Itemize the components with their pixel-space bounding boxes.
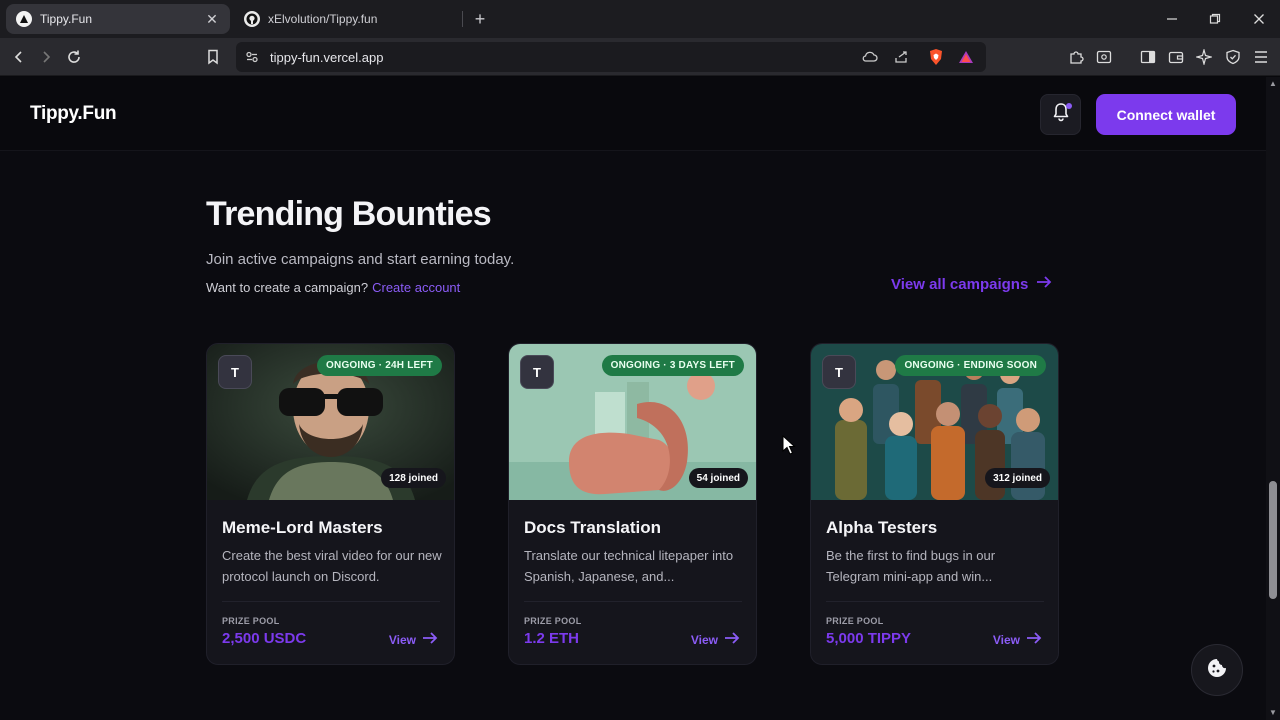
brave-shield-icon[interactable]	[926, 47, 946, 67]
create-prompt-text: Want to create a campaign?	[206, 280, 369, 295]
view-all-label: View all campaigns	[891, 275, 1029, 293]
vpn-shield-icon[interactable]	[1223, 47, 1243, 67]
sidebar-toggle-icon[interactable]	[1138, 47, 1158, 67]
bookmark-icon[interactable]	[203, 47, 223, 67]
share-icon[interactable]	[892, 47, 912, 67]
arrow-right-icon	[1036, 275, 1052, 293]
scrollbar-thumb[interactable]	[1269, 481, 1277, 599]
bounty-description: Be the first to find bugs in our Telegra…	[826, 548, 996, 584]
forward-arrow-icon[interactable]	[36, 47, 56, 67]
address-bar[interactable]: tippy-fun.vercel.app	[236, 42, 986, 72]
notification-dot	[1066, 103, 1072, 109]
view-bounty-link[interactable]: View	[993, 631, 1042, 648]
site-settings-icon[interactable]	[242, 47, 262, 67]
new-tab-plus-icon[interactable]: +	[470, 9, 490, 29]
status-badge: ONGOING · 3 DAYS LEFT	[601, 355, 744, 376]
bounty-card[interactable]: T ONGOING · 3 DAYS LEFT 54 joined Docs T…	[508, 343, 757, 665]
creator-avatar: T	[218, 355, 252, 389]
tab-github-repo[interactable]: xElvolution/Tippy.fun	[236, 4, 462, 34]
prize-pool-value: 1.2 ETH	[524, 630, 580, 647]
tab-tippy-fun[interactable]: Tippy.Fun ✕	[6, 4, 230, 34]
site-logo[interactable]: Tippy.Fun	[30, 103, 117, 125]
mouse-cursor-icon	[782, 435, 796, 455]
cookie-icon	[1206, 657, 1228, 684]
site-header: Tippy.Fun Connect wallet	[0, 77, 1266, 151]
card-divider	[524, 601, 742, 602]
cookie-settings-button[interactable]	[1191, 644, 1243, 696]
tab-title: Tippy.Fun	[40, 12, 93, 26]
view-label: View	[388, 632, 416, 647]
joined-count-badge: 312 joined	[985, 468, 1050, 488]
status-badge: ONGOING · ENDING SOON	[895, 355, 1046, 376]
bounty-image: T ONGOING · 3 DAYS LEFT 54 joined	[509, 344, 756, 500]
scroll-down-arrow-icon[interactable]: ▼	[1269, 709, 1277, 717]
prize-pool-label: PRIZE POOL	[524, 616, 582, 626]
creator-avatar: T	[822, 355, 856, 389]
connect-wallet-button[interactable]: Connect wallet	[1096, 94, 1236, 135]
arrow-right-icon	[724, 631, 740, 648]
bounty-title: Docs Translation	[524, 518, 661, 537]
prize-pool-label: PRIZE POOL	[826, 616, 884, 626]
bounty-description: Translate our technical litepaper into S…	[524, 548, 734, 584]
brave-rewards-icon[interactable]	[956, 47, 976, 67]
scroll-up-arrow-icon[interactable]: ▲	[1269, 80, 1277, 88]
hamburger-menu-icon[interactable]	[1251, 47, 1271, 67]
status-badge: ONGOING · 24H LEFT	[317, 355, 442, 376]
bounty-description: Create the best viral video for our new …	[222, 548, 442, 584]
tab-title: xElvolution/Tippy.fun	[268, 12, 378, 26]
view-bounty-link[interactable]: View	[389, 631, 438, 648]
bounty-card[interactable]: T ONGOING · ENDING SOON 312 joined Alpha…	[810, 343, 1059, 665]
back-arrow-icon[interactable]	[9, 47, 29, 67]
wallet-icon[interactable]	[1166, 47, 1186, 67]
arrow-right-icon	[1026, 631, 1042, 648]
view-label: View	[690, 632, 718, 647]
prize-pool-value: 5,000 TIPPY	[826, 630, 912, 647]
bounty-title: Meme-Lord Masters	[222, 518, 383, 537]
browser-toolbar: tippy-fun.vercel.app	[0, 38, 1280, 76]
joined-count-badge: 128 joined	[381, 468, 446, 488]
bounty-image: T ONGOING · ENDING SOON 312 joined	[811, 344, 1058, 500]
bounty-title: Alpha Testers	[826, 518, 938, 537]
creator-avatar: T	[520, 355, 554, 389]
reload-icon[interactable]	[64, 47, 84, 67]
card-divider	[826, 601, 1044, 602]
arrow-right-icon	[422, 631, 438, 648]
cloud-icon[interactable]	[860, 47, 880, 67]
page-scrollbar[interactable]: ▲ ▼	[1266, 77, 1280, 720]
view-bounty-link[interactable]: View	[691, 631, 740, 648]
section-subtitle: Join active campaigns and start earning …	[206, 251, 515, 268]
bounty-card[interactable]: T ONGOING · 24H LEFT 128 joined Meme-Lor…	[206, 343, 455, 665]
tab-divider	[462, 11, 463, 27]
card-divider	[222, 601, 440, 602]
leo-ai-icon[interactable]	[1194, 47, 1214, 67]
url-text: tippy-fun.vercel.app	[270, 50, 384, 65]
prize-pool-value: 2,500 USDC	[222, 630, 307, 647]
create-account-link[interactable]: Create account	[372, 280, 460, 295]
vercel-triangle-icon	[16, 11, 32, 27]
view-all-campaigns-link[interactable]: View all campaigns	[891, 275, 1052, 293]
minimize-icon[interactable]	[1162, 9, 1182, 29]
close-tab-icon[interactable]: ✕	[204, 11, 220, 27]
restore-icon[interactable]	[1205, 9, 1225, 29]
create-campaign-prompt: Want to create a campaign? Create account	[206, 280, 460, 295]
joined-count-badge: 54 joined	[688, 468, 748, 488]
github-icon	[244, 11, 260, 27]
bounty-image: T ONGOING · 24H LEFT 128 joined	[207, 344, 454, 500]
notifications-button[interactable]	[1040, 94, 1081, 135]
section-title: Trending Bounties	[206, 195, 492, 233]
view-label: View	[992, 632, 1020, 647]
prize-pool-label: PRIZE POOL	[222, 616, 280, 626]
extensions-puzzle-icon[interactable]	[1066, 47, 1086, 67]
close-window-icon[interactable]	[1249, 9, 1269, 29]
browser-tabstrip: Tippy.Fun ✕ xElvolution/Tippy.fun +	[0, 0, 1280, 38]
reader-mode-icon[interactable]	[1094, 47, 1114, 67]
page-viewport: Tippy.Fun Connect wallet Trending Bounti…	[0, 77, 1280, 720]
